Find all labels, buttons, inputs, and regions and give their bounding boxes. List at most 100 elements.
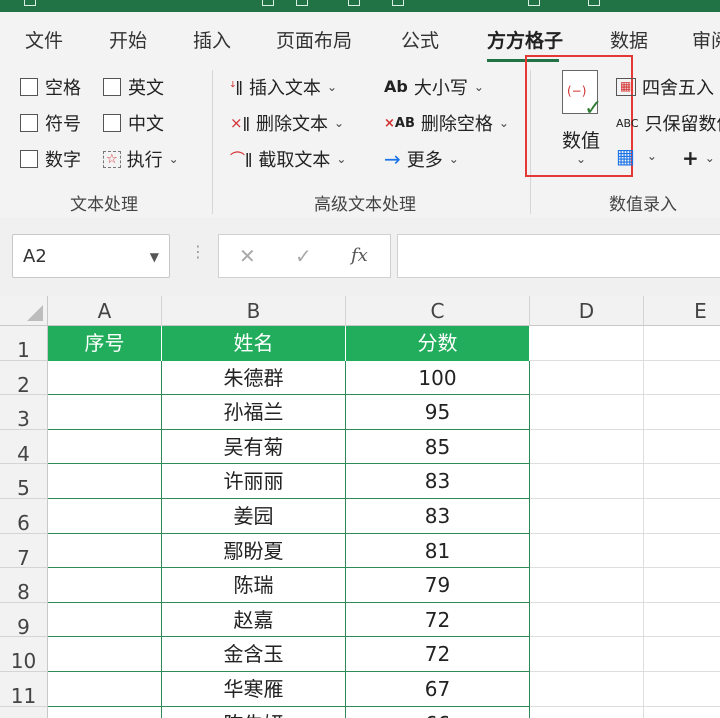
tab-file[interactable]: 文件 (25, 26, 63, 53)
table-cell[interactable]: 孙福兰 (162, 395, 346, 430)
table-cell[interactable]: 83 (346, 464, 530, 499)
round-button[interactable]: ▦ 四舍五入 (616, 74, 714, 100)
table-cell[interactable] (48, 706, 162, 718)
empty-cell[interactable] (644, 672, 720, 707)
table-cell[interactable]: 67 (346, 672, 530, 707)
table-cell[interactable] (48, 602, 162, 638)
row-header[interactable]: 2 (0, 360, 48, 397)
table-cell[interactable] (48, 429, 162, 465)
row-header[interactable]: 3 (0, 395, 48, 431)
quick-access-icon[interactable] (528, 0, 540, 6)
value-button[interactable]: (−) ✓ 数值 ⌄ (546, 70, 616, 170)
table-header-cell[interactable]: 序号 (48, 326, 162, 361)
row-header[interactable]: 1 (0, 326, 48, 362)
case-button[interactable]: Ab 大小写 ⌄ (384, 74, 484, 100)
checkbox-number[interactable]: 数字 (20, 146, 81, 172)
column-header-c[interactable]: C (346, 296, 530, 326)
checkbox-symbol[interactable]: 符号 (20, 110, 81, 136)
quick-access-icon[interactable] (392, 0, 404, 6)
row-header[interactable]: 7 (0, 533, 48, 570)
table-cell[interactable] (48, 637, 162, 672)
checkbox-space[interactable]: 空格 (20, 74, 81, 100)
quick-access-icon[interactable] (262, 0, 274, 6)
table-cell[interactable]: 金含玉 (162, 637, 346, 672)
tab-data[interactable]: 数据 (610, 26, 648, 53)
insert-function-icon[interactable]: fx (351, 245, 368, 266)
table-cell[interactable]: 陈瑞 (162, 568, 346, 603)
table-cell[interactable]: 66 (346, 706, 530, 718)
table-cell[interactable] (48, 672, 162, 707)
row-header[interactable]: 5 (0, 464, 48, 500)
checkbox-chinese[interactable]: 中文 (103, 110, 164, 136)
column-header-d[interactable]: D (530, 296, 644, 326)
table-cell[interactable] (48, 533, 162, 569)
row-header[interactable]: 6 (0, 499, 48, 535)
table-cell[interactable]: 吴有菊 (162, 429, 346, 465)
checkbox-english[interactable]: 英文 (103, 74, 164, 100)
delete-text-button[interactable]: ×ǁ 删除文本 ⌄ (230, 110, 344, 136)
tab-fangfanggezi[interactable]: 方方格子 (487, 26, 563, 53)
row-header[interactable]: 9 (0, 602, 48, 639)
table-cell[interactable]: 鄢盼夏 (162, 533, 346, 569)
column-header-b[interactable]: B (162, 296, 346, 326)
empty-cell[interactable] (530, 326, 644, 361)
empty-cell[interactable] (530, 533, 644, 569)
empty-cell[interactable] (530, 464, 644, 499)
table-cell[interactable]: 95 (346, 395, 530, 430)
formula-input[interactable] (397, 234, 720, 278)
row-header[interactable]: 12 (0, 706, 48, 718)
delete-space-button[interactable]: ×AB 删除空格 ⌄ (384, 110, 509, 136)
empty-cell[interactable] (644, 637, 720, 672)
empty-cell[interactable] (644, 361, 720, 396)
table-cell[interactable]: 83 (346, 499, 530, 534)
tab-home[interactable]: 开始 (109, 26, 147, 53)
table-header-cell[interactable]: 分数 (346, 326, 530, 361)
empty-cell[interactable] (530, 637, 644, 672)
table-cell[interactable]: 陈朱妍 (162, 706, 346, 718)
more-button[interactable]: → 更多 ⌄ (384, 146, 459, 172)
tab-page-layout[interactable]: 页面布局 (276, 26, 352, 53)
table-cell[interactable]: 100 (346, 360, 530, 396)
table-cell[interactable]: 朱德群 (162, 360, 346, 396)
keep-number-button[interactable]: ABC 只保留数值 (616, 110, 720, 136)
table-cell[interactable]: 81 (346, 533, 530, 569)
plus-button[interactable]: + ⌄ (682, 146, 715, 170)
quick-access-icon[interactable] (296, 0, 308, 6)
row-header[interactable]: 4 (0, 429, 48, 466)
quick-access-icon[interactable] (588, 0, 600, 6)
table-cell[interactable]: 赵嘉 (162, 602, 346, 638)
tab-insert[interactable]: 插入 (193, 26, 231, 53)
confirm-icon[interactable]: ✓ (295, 244, 312, 268)
table-cell[interactable] (48, 395, 162, 430)
row-header[interactable]: 8 (0, 568, 48, 604)
execute-button[interactable]: ☆ 执行 ⌄ (103, 146, 179, 172)
select-all-corner[interactable] (0, 296, 48, 326)
table-cell[interactable]: 79 (346, 568, 530, 603)
empty-cell[interactable] (530, 395, 644, 430)
empty-cell[interactable] (530, 672, 644, 707)
checkbox-box[interactable] (20, 78, 38, 96)
table-header-cell[interactable]: 姓名 (162, 326, 346, 361)
table-cell[interactable]: 姜园 (162, 499, 346, 534)
dropdown-arrow-icon[interactable]: ▼ (150, 250, 159, 264)
table-cell[interactable]: 72 (346, 602, 530, 638)
empty-cell[interactable] (644, 534, 720, 569)
tab-formulas[interactable]: 公式 (401, 26, 439, 53)
empty-cell[interactable] (644, 603, 720, 638)
table-cell[interactable] (48, 499, 162, 534)
quick-access-icon[interactable] (348, 0, 360, 6)
insert-text-button[interactable]: ꜜǁ 插入文本 ⌄ (230, 74, 337, 100)
empty-cell[interactable] (644, 395, 720, 430)
empty-cell[interactable] (530, 360, 644, 396)
row-header[interactable]: 10 (0, 637, 48, 673)
checkbox-box[interactable] (103, 114, 121, 132)
table-cell[interactable]: 72 (346, 637, 530, 672)
row-header[interactable]: 11 (0, 672, 48, 708)
checkbox-box[interactable] (20, 150, 38, 168)
table-cell[interactable]: 许丽丽 (162, 464, 346, 499)
table-cell[interactable] (48, 568, 162, 603)
empty-cell[interactable] (644, 499, 720, 534)
empty-cell[interactable] (644, 326, 720, 361)
tab-review[interactable]: 审阅 (692, 26, 720, 53)
column-header-a[interactable]: A (48, 296, 162, 326)
